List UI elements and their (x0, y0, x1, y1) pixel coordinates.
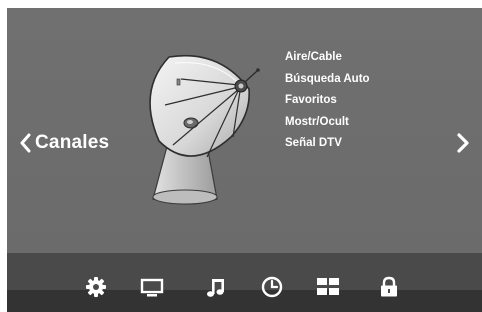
satellite-dish-icon (149, 54, 260, 205)
picture-tab[interactable] (139, 274, 165, 300)
menu-panel: Canales Aire/Cable Búsqueda Auto Favorit… (7, 8, 482, 253)
lock-icon (381, 276, 397, 297)
gear-icon (86, 277, 106, 297)
channel-menu: Aire/Cable Búsqueda Auto Favoritos Mostr… (285, 49, 370, 157)
chevron-left-icon (20, 133, 31, 153)
previous-section-button[interactable]: Canales (19, 132, 109, 154)
toolbar-upper (7, 253, 482, 290)
time-tab[interactable] (259, 274, 285, 300)
sound-tab[interactable] (203, 274, 229, 300)
menu-item-aire-cable[interactable]: Aire/Cable (285, 49, 370, 71)
settings-tab[interactable] (83, 274, 109, 300)
toolbar-lower (7, 290, 482, 312)
apps-tab[interactable] (315, 274, 341, 300)
menu-item-favoritos[interactable]: Favoritos (285, 92, 370, 114)
chevron-right-icon[interactable] (456, 133, 470, 153)
monitor-icon (140, 278, 164, 297)
music-note-icon (207, 279, 224, 297)
menu-item-senal-dtv[interactable]: Señal DTV (285, 135, 370, 157)
menu-item-mostr-ocult[interactable]: Mostr/Ocult (285, 114, 370, 136)
menu-item-busqueda-auto[interactable]: Búsqueda Auto (285, 71, 370, 93)
tv-menu-screen: Canales Aire/Cable Búsqueda Auto Favorit… (7, 8, 482, 312)
section-title: Canales (35, 132, 110, 153)
lock-tab[interactable] (376, 274, 402, 300)
clock-icon (261, 276, 283, 298)
grid-icon (317, 278, 339, 295)
